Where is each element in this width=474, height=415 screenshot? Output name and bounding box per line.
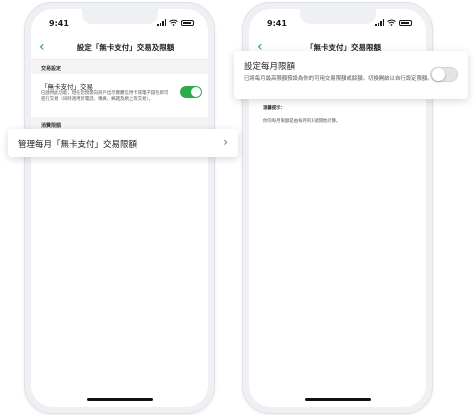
cardless-payment-toggle[interactable] (180, 86, 202, 98)
status-icons (157, 19, 194, 26)
status-time: 9:41 (267, 19, 287, 28)
note-label: 溫馨提示： (263, 106, 285, 111)
wifi-icon (169, 19, 178, 26)
home-indicator (304, 398, 371, 401)
signal-icon (375, 19, 384, 26)
battery-icon (399, 19, 412, 26)
phone-frame-left: 9:41 ‹ 設定「無卡支付」交易及限額 交易設定 「無卡支付」交易 已啟用此功… (24, 2, 215, 414)
chevron-right-icon: › (223, 135, 228, 149)
status-bar: 9:41 (31, 9, 208, 35)
page-title: 設定「無卡支付」交易及限額 (76, 43, 175, 52)
set-monthly-limit-toggle[interactable] (430, 67, 458, 82)
wifi-icon (387, 19, 396, 26)
status-time: 9:41 (49, 19, 69, 28)
manage-monthly-limit-row[interactable]: 管理每月「無卡支付」交易限額 › (8, 129, 238, 157)
section-header-transactions: 交易設定 (41, 66, 62, 72)
toggle-knob (191, 87, 201, 97)
manage-monthly-limit-label: 管理每月「無卡支付」交易限額 (18, 140, 138, 150)
home-indicator (86, 398, 153, 401)
chevron-left-icon[interactable]: ‹ (39, 40, 45, 54)
signal-icon (157, 19, 166, 26)
set-monthly-limit-label: 設定每月限額 (244, 62, 296, 72)
phone-screen-left: 9:41 ‹ 設定「無卡支付」交易及限額 交易設定 「無卡支付」交易 已啟用此功… (31, 9, 208, 407)
status-icons (375, 19, 412, 26)
toggle-knob (431, 68, 445, 81)
set-monthly-limit-card: 設定每月限額 已將每月最高限額預設為你的可用交易限額或餘額。切換開啟以自行設定限… (234, 51, 468, 99)
cardless-payment-description: 已啟用此功能，現在您無需向商戶出示實體信用卡或電子錢包即可進行交易（同時適用於電… (41, 91, 169, 102)
status-bar: 9:41 (249, 9, 426, 35)
cardless-payment-label: 「無卡支付」交易 (41, 83, 93, 91)
section-header-limits: 消費限額 (41, 123, 62, 129)
note-text: 你的每月限額是由每月的1號開始計算。 (263, 119, 341, 124)
battery-icon (181, 19, 194, 26)
nav-bar: ‹ 設定「無卡支付」交易及限額 (31, 37, 208, 60)
set-monthly-limit-description: 已將每月最高限額預設為你的可用交易限額或餘額。切換開啟以自行設定限額。 (244, 76, 433, 82)
